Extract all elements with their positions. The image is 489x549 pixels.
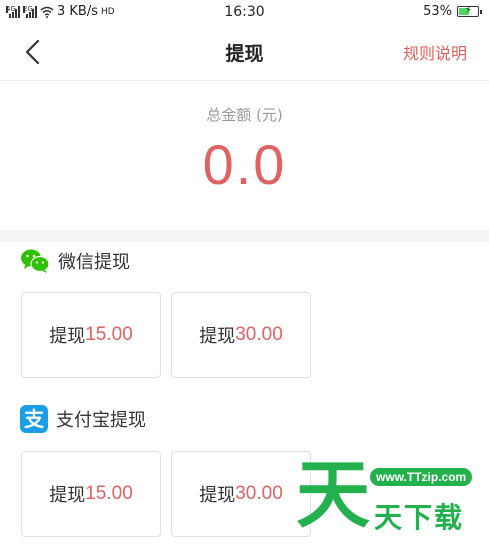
section-divider xyxy=(0,230,489,242)
alipay-icon: 支 xyxy=(20,405,48,433)
nav-bar: 提现 规则说明 xyxy=(0,24,489,81)
rules-link[interactable]: 规则说明 xyxy=(403,40,467,64)
wechat-withdraw-30-button[interactable]: 提现 30.00 xyxy=(171,292,311,378)
battery-cap xyxy=(480,10,482,14)
alipay-withdraw-30-button[interactable]: 提现 30.00 xyxy=(171,451,311,537)
option-amount: 15.00 xyxy=(85,483,133,504)
alipay-section-title: 支付宝提现 xyxy=(56,410,146,431)
option-amount: 30.00 xyxy=(235,324,283,345)
balance-amount: 0.0 xyxy=(202,133,287,196)
alipay-withdraw-15-button[interactable]: 提现 15.00 xyxy=(21,451,161,537)
watermark-text: 天下载 xyxy=(374,501,465,534)
wechat-section-title: 微信提现 xyxy=(58,252,130,273)
alipay-section-header: 支 支付宝提现 xyxy=(20,405,146,433)
option-prefix: 提现 xyxy=(199,485,236,506)
battery-icon: ⚡ xyxy=(457,5,482,17)
balance-label: 总金额 (元) xyxy=(206,106,283,124)
watermark-logo: 天 www.TTzip.com 天下载 xyxy=(296,452,489,549)
status-right: 53% ⚡ xyxy=(423,4,482,19)
option-prefix: 提现 xyxy=(199,326,236,347)
balance-panel: 总金额 (元) 0.0 xyxy=(0,80,489,230)
wechat-withdraw-15-button[interactable]: 提现 15.00 xyxy=(21,292,161,378)
option-prefix: 提现 xyxy=(49,326,86,347)
charging-icon: ⚡ xyxy=(465,5,473,16)
option-amount: 15.00 xyxy=(85,324,133,345)
watermark-url: www.TTzip.com xyxy=(370,468,473,486)
status-bar: 4G 2G 3 KB/s HD 16:30 53% ⚡ xyxy=(0,0,489,24)
withdraw-page: 4G 2G 3 KB/s HD 16:30 53% ⚡ 提现 规则说明 总金额 … xyxy=(0,0,489,549)
wechat-section-header: 微信提现 xyxy=(20,248,130,274)
status-time: 16:30 xyxy=(224,4,265,20)
wechat-icon xyxy=(21,249,50,273)
watermark-big-char: 天 xyxy=(296,452,370,538)
battery-percent: 53% xyxy=(423,4,452,19)
option-prefix: 提现 xyxy=(49,485,86,506)
option-amount: 30.00 xyxy=(235,483,283,504)
